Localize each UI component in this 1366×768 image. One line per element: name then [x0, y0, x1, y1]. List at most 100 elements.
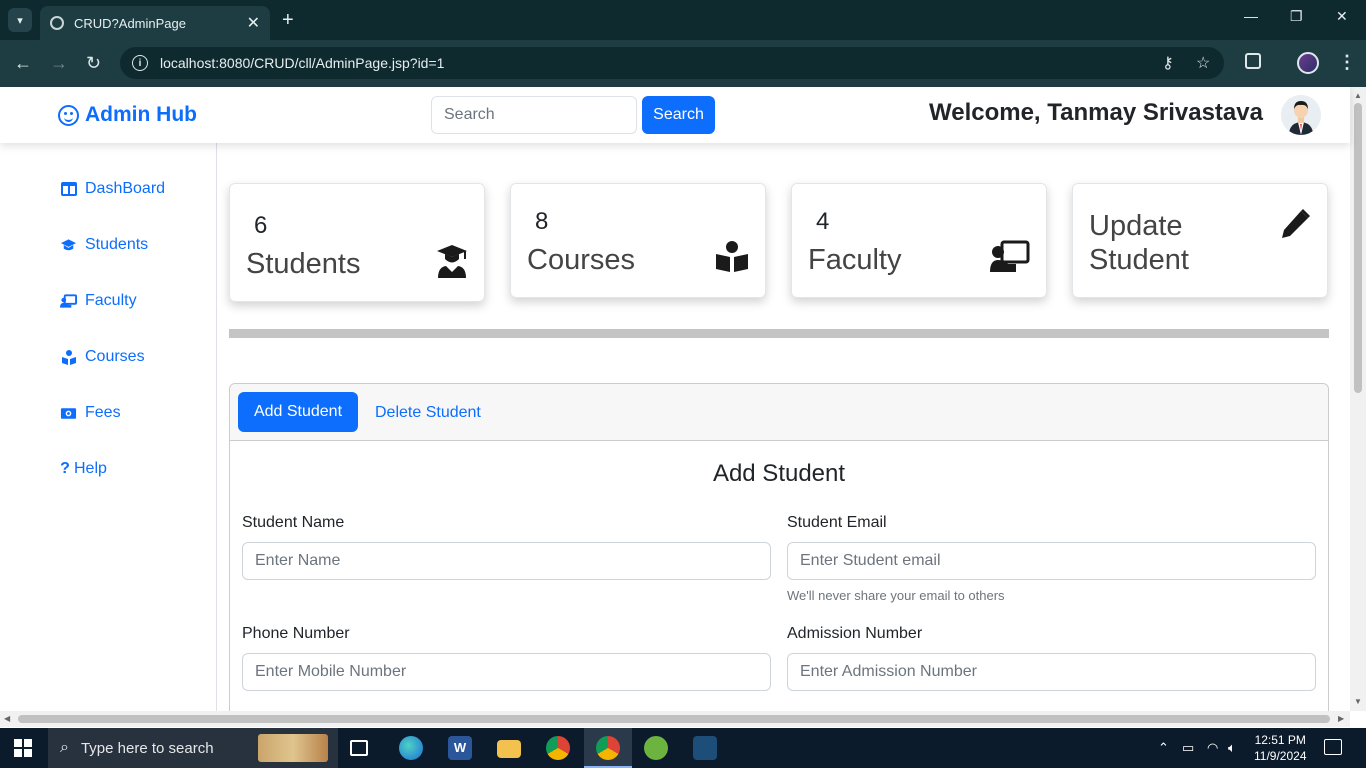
- profile-avatar-icon[interactable]: [1297, 52, 1319, 74]
- scroll-right-icon[interactable]: ▶: [1338, 714, 1344, 723]
- search-highlight-image-icon: [258, 734, 328, 762]
- restore-button[interactable]: ❐: [1290, 8, 1303, 25]
- taskbar-search-box[interactable]: ⌕ Type here to search: [48, 728, 338, 768]
- courses-card[interactable]: 8 Courses: [510, 183, 766, 298]
- question-icon: ?: [60, 460, 70, 477]
- page-header: Admin Hub Search Welcome, Tanmay Srivast…: [0, 87, 1350, 143]
- smiley-icon: [58, 104, 79, 126]
- scroll-down-icon[interactable]: ▼: [1354, 697, 1362, 706]
- update-student-card[interactable]: Update Student: [1072, 183, 1328, 298]
- book-reader-icon: [715, 240, 749, 277]
- url-field[interactable]: i localhost:8080/CRUD/cll/AdminPage.jsp?…: [120, 47, 1224, 79]
- faculty-card-label: Faculty: [808, 244, 902, 276]
- sidebar-item-label: Faculty: [85, 292, 137, 309]
- admission-number-input[interactable]: [787, 653, 1316, 691]
- sidebar-item-label: Help: [74, 460, 107, 477]
- taskbar-search-text: Type here to search: [80, 739, 214, 757]
- welcome-text: Welcome, Tanmay Srivastava: [929, 99, 1263, 126]
- graduation-cap-icon: [60, 238, 77, 253]
- columns-icon: [60, 182, 77, 197]
- tab-close-icon[interactable]: ✕: [247, 13, 260, 33]
- tab-search-chevron-icon[interactable]: ▾: [8, 8, 32, 32]
- student-name-input[interactable]: [242, 542, 771, 580]
- courses-card-label: Courses: [527, 244, 635, 276]
- file-explorer-icon[interactable]: [497, 740, 521, 758]
- horizontal-scrollbar[interactable]: ◀ ▶: [0, 711, 1350, 727]
- tab-delete-student[interactable]: Delete Student: [375, 404, 481, 422]
- extensions-icon[interactable]: [1245, 53, 1261, 69]
- sidebar-item-dashboard[interactable]: DashBoard: [60, 180, 165, 198]
- windows-start-icon[interactable]: [14, 739, 32, 762]
- notification-icon[interactable]: [1324, 739, 1342, 755]
- scroll-left-icon[interactable]: ◀: [4, 714, 10, 723]
- back-arrow-icon[interactable]: ←: [14, 52, 32, 74]
- browser-tab[interactable]: CRUD?AdminPage ✕: [40, 6, 270, 40]
- browser-tab-bar: ▾ CRUD?AdminPage ✕ + — ❐ ✕: [0, 0, 1366, 40]
- browser-menu-icon[interactable]: ⋮: [1338, 52, 1356, 73]
- phone-number-input[interactable]: [242, 653, 771, 691]
- search-icon: ⌕: [60, 739, 69, 756]
- task-view-icon[interactable]: [350, 740, 368, 756]
- battery-icon[interactable]: ▭: [1182, 740, 1194, 756]
- new-tab-button[interactable]: +: [282, 8, 294, 32]
- student-email-input[interactable]: [787, 542, 1316, 580]
- edge-browser-icon[interactable]: [399, 736, 423, 760]
- minimize-button[interactable]: —: [1244, 8, 1258, 24]
- vertical-scrollbar[interactable]: ▲ ▼: [1350, 87, 1366, 711]
- forward-arrow-icon[interactable]: →: [50, 52, 68, 74]
- update-card-line1: Update: [1089, 210, 1183, 242]
- phone-number-label: Phone Number: [242, 625, 350, 642]
- teacher-icon: [60, 294, 77, 309]
- student-email-label: Student Email: [787, 514, 887, 531]
- globe-icon: [50, 16, 64, 30]
- sidebar-item-help[interactable]: ? Help: [60, 460, 107, 478]
- book-reader-icon: [60, 349, 77, 365]
- brand-logo[interactable]: Admin Hub: [58, 103, 197, 127]
- students-count: 6: [254, 212, 268, 239]
- taskbar: ⌕ Type here to search W ⌃ ▭ ◠ 🔈︎ 12:51 P…: [0, 728, 1366, 768]
- faculty-count: 4: [816, 208, 830, 235]
- tab-add-student[interactable]: Add Student: [238, 392, 358, 432]
- students-card[interactable]: 6 Students: [229, 183, 485, 302]
- clock-date: 11/9/2024: [1254, 749, 1307, 763]
- update-card-line2: Student: [1089, 244, 1189, 276]
- tray-chevron-icon[interactable]: ⌃: [1158, 740, 1169, 756]
- sidebar-item-label: DashBoard: [85, 180, 166, 197]
- user-avatar[interactable]: [1281, 95, 1321, 135]
- student-form-panel: Add Student Delete Student Add Student S…: [229, 383, 1329, 723]
- site-info-icon[interactable]: i: [132, 55, 148, 71]
- chrome-profile-icon[interactable]: [596, 736, 620, 760]
- volume-icon[interactable]: 🔈︎: [1228, 740, 1236, 756]
- sidebar-item-students[interactable]: Students: [60, 236, 148, 254]
- chalkboard-teacher-icon: [990, 240, 1030, 277]
- chrome-icon[interactable]: [546, 736, 570, 760]
- sidebar-item-label: Courses: [85, 348, 145, 365]
- sidebar-item-courses[interactable]: Courses: [60, 348, 145, 366]
- faculty-card[interactable]: 4 Faculty: [791, 183, 1047, 298]
- password-key-icon[interactable]: ⚷: [1162, 53, 1174, 73]
- sidebar-item-faculty[interactable]: Faculty: [60, 292, 137, 310]
- horizontal-scroll-thumb[interactable]: [18, 715, 1330, 723]
- vertical-scroll-thumb[interactable]: [1354, 103, 1362, 393]
- word-icon[interactable]: W: [448, 736, 472, 760]
- bookmark-star-icon[interactable]: ☆: [1196, 53, 1210, 73]
- form-title: Add Student: [712, 460, 846, 487]
- url-text: localhost:8080/CRUD/cll/AdminPage.jsp?id…: [160, 55, 445, 71]
- sidebar-item-label: Fees: [85, 404, 121, 421]
- progress-divider: [229, 329, 1329, 338]
- spring-tool-icon[interactable]: [644, 736, 668, 760]
- money-icon: [60, 406, 77, 421]
- search-button[interactable]: Search: [642, 96, 715, 134]
- sidebar: [0, 143, 217, 711]
- pencil-icon: [1279, 208, 1311, 245]
- reload-icon[interactable]: ↻: [86, 52, 101, 74]
- tab-title: CRUD?AdminPage: [74, 15, 186, 31]
- mysql-workbench-icon[interactable]: [693, 736, 717, 760]
- window-close-button[interactable]: ✕: [1336, 8, 1348, 25]
- search-input[interactable]: [431, 96, 637, 134]
- sidebar-item-fees[interactable]: Fees: [60, 404, 121, 422]
- taskbar-clock[interactable]: 12:51 PM 11/9/2024: [1254, 732, 1307, 764]
- wifi-icon[interactable]: ◠: [1207, 740, 1218, 756]
- scroll-up-icon[interactable]: ▲: [1354, 91, 1362, 100]
- courses-count: 8: [535, 208, 549, 235]
